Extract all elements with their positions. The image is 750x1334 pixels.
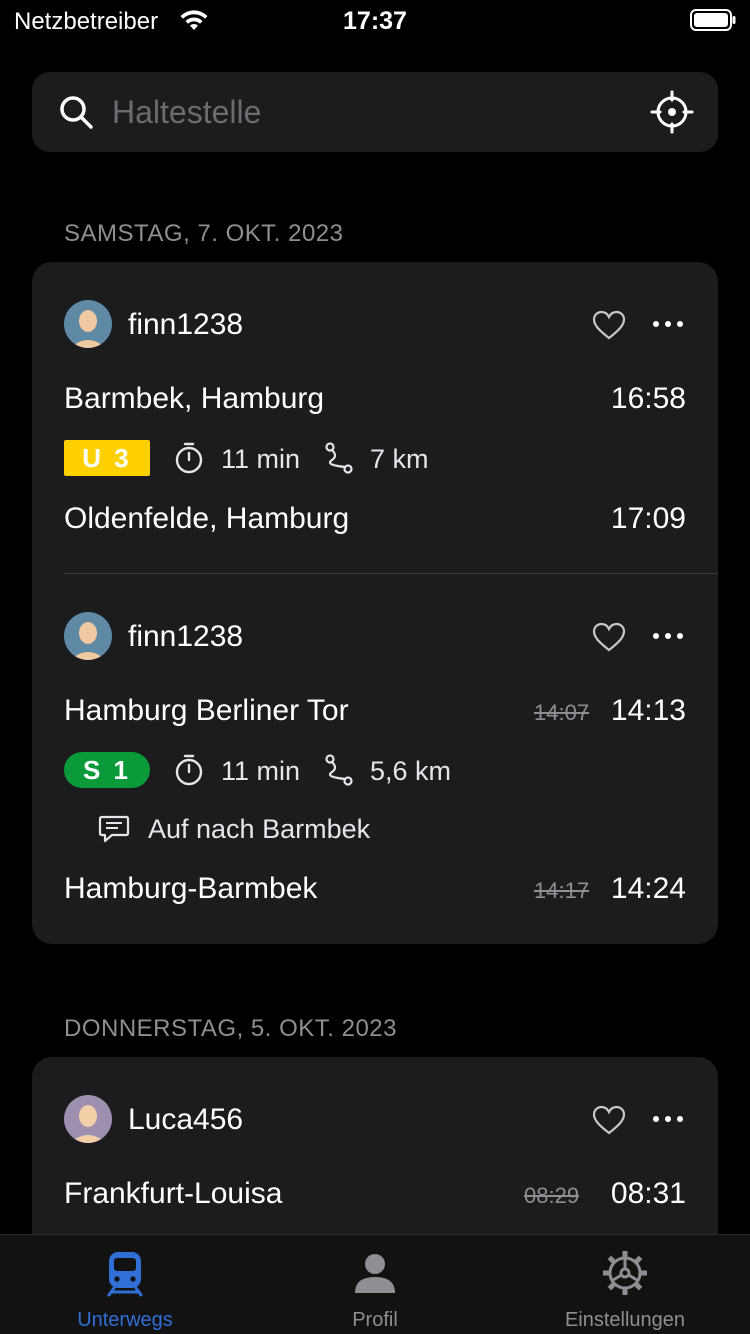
avatar-image bbox=[64, 612, 112, 660]
origin-station: Barmbek, Hamburg bbox=[64, 382, 325, 415]
username[interactable]: Luca456 bbox=[128, 1103, 243, 1137]
trip-distance: 7 km bbox=[370, 444, 429, 474]
search-bar[interactable] bbox=[32, 72, 718, 152]
section-date-header: DONNERSTAG, 5. OKT. 2023 bbox=[64, 1015, 397, 1042]
person-icon bbox=[355, 1254, 395, 1293]
location-target-icon[interactable] bbox=[650, 90, 694, 134]
avatar[interactable] bbox=[64, 1095, 112, 1143]
heart-icon[interactable] bbox=[592, 1105, 626, 1135]
avatar-image bbox=[64, 300, 112, 348]
stopwatch-icon bbox=[175, 442, 203, 474]
username[interactable]: finn1238 bbox=[128, 308, 243, 342]
stopwatch-icon bbox=[175, 754, 203, 786]
tab-label: Unterwegs bbox=[77, 1309, 173, 1331]
planned-arrival-time: 14:17 bbox=[534, 878, 590, 903]
planned-departure-time: 08:29 bbox=[524, 1183, 580, 1208]
search-icon bbox=[60, 96, 93, 129]
username[interactable]: finn1238 bbox=[128, 620, 243, 654]
gear-icon bbox=[603, 1251, 647, 1295]
tab-bar: Unterwegs Profil Einstellungen bbox=[0, 1234, 750, 1334]
arrival-time: 17:09 bbox=[610, 502, 686, 535]
tab-einstellungen[interactable]: Einstellungen bbox=[500, 1235, 750, 1334]
departure-time: 08:31 bbox=[610, 1177, 686, 1210]
departure-time: 16:58 bbox=[610, 382, 686, 415]
tab-label: Einstellungen bbox=[564, 1309, 686, 1331]
tab-label: Profil bbox=[352, 1309, 398, 1331]
planned-departure-time: 14:07 bbox=[534, 700, 590, 725]
tab-profil[interactable]: Profil bbox=[250, 1235, 500, 1334]
status-time: 17:37 bbox=[343, 7, 407, 35]
more-options-icon[interactable] bbox=[652, 1115, 684, 1123]
trip-distance: 5,6 km bbox=[370, 756, 452, 786]
status-bar: Netzbetreiber 17:37 bbox=[0, 0, 750, 44]
battery-icon bbox=[690, 9, 736, 31]
line-badge: S 1 bbox=[64, 752, 150, 788]
avatar-image bbox=[64, 1095, 112, 1143]
heart-icon[interactable] bbox=[592, 310, 626, 340]
more-options-icon[interactable] bbox=[652, 320, 684, 328]
tab-unterwegs[interactable]: Unterwegs bbox=[0, 1235, 250, 1334]
search-input[interactable] bbox=[112, 90, 632, 134]
origin-station: Hamburg Berliner Tor bbox=[64, 694, 349, 727]
destination-station: Hamburg-Barmbek bbox=[64, 872, 318, 905]
trip-duration: 11 min bbox=[221, 756, 301, 786]
trip-entry[interactable]: finn1238 Hamburg Berliner Tor 14:07 14:1… bbox=[32, 574, 718, 944]
trip-group-card: finn1238 Barmbek, Hamburg 16:58 U 3 11 m… bbox=[32, 262, 718, 944]
departure-time: 14:13 bbox=[610, 694, 686, 727]
train-icon bbox=[107, 1252, 143, 1297]
trip-entry[interactable]: Luca456 Frankfurt-Louisa 08:29 08:31 bbox=[32, 1057, 718, 1257]
arrival-time: 14:24 bbox=[610, 872, 686, 905]
section-date-header: SAMSTAG, 7. OKT. 2023 bbox=[64, 220, 344, 247]
route-icon bbox=[325, 442, 353, 474]
trip-comment: Auf nach Barmbek bbox=[148, 814, 371, 844]
route-icon bbox=[325, 754, 353, 786]
trip-group-card: Luca456 Frankfurt-Louisa 08:29 08:31 bbox=[32, 1057, 718, 1257]
destination-station: Oldenfelde, Hamburg bbox=[64, 502, 350, 535]
more-options-icon[interactable] bbox=[652, 632, 684, 640]
avatar[interactable] bbox=[64, 612, 112, 660]
heart-icon[interactable] bbox=[592, 622, 626, 652]
origin-station: Frankfurt-Louisa bbox=[64, 1177, 283, 1210]
trip-entry[interactable]: finn1238 Barmbek, Hamburg 16:58 U 3 11 m… bbox=[32, 262, 718, 573]
avatar[interactable] bbox=[64, 300, 112, 348]
line-badge: U 3 bbox=[64, 440, 150, 476]
trip-duration: 11 min bbox=[221, 444, 301, 474]
comment-icon bbox=[98, 815, 130, 843]
